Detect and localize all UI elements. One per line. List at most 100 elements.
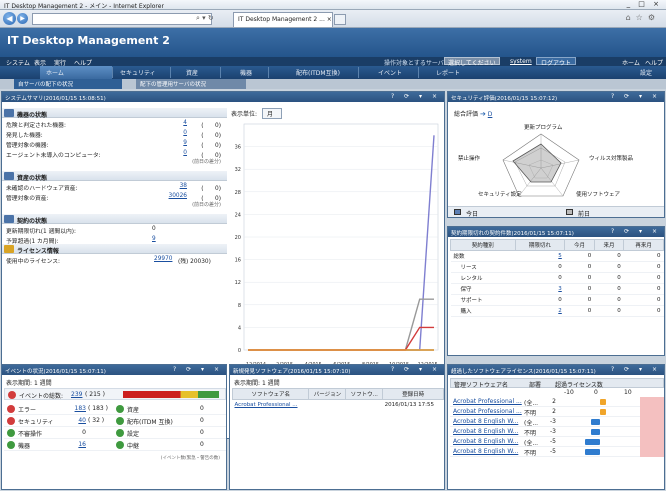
column-header[interactable]: 来月 xyxy=(593,239,625,251)
y-tick-label: 8 xyxy=(238,303,241,309)
panel-controls[interactable]: ? ⟳ ▾ × xyxy=(173,366,223,373)
table-cell: 0 xyxy=(515,272,565,284)
column-header[interactable]: バージョン xyxy=(308,388,347,400)
event-count-link[interactable]: 40 xyxy=(64,417,86,424)
search-icon[interactable]: ⌕ ▾ ↻ xyxy=(196,14,214,23)
value-link[interactable]: 30026 xyxy=(169,193,187,199)
event-count-link[interactable]: 16 xyxy=(64,441,86,448)
subtab-managed-servers[interactable]: 配下の管理用サーバの状況 xyxy=(136,79,246,89)
software-name-link[interactable]: Acrobat Professional ... xyxy=(453,398,522,405)
summary-row: 更新期限切れ(1 週間以内): 0 xyxy=(6,226,156,235)
browser-tab[interactable]: IT Desktop Management 2 ... × xyxy=(233,12,333,27)
table-cell: 0 xyxy=(564,305,595,317)
subtab-own-server[interactable]: 自サーバの配下の状況 xyxy=(14,79,122,89)
table-cell[interactable]: 5 xyxy=(515,250,565,262)
over-zone xyxy=(640,417,664,427)
toolbar-assets[interactable]: 資産 xyxy=(186,68,198,77)
logout-button[interactable]: ログアウト xyxy=(536,57,577,67)
event-total-link[interactable]: 239 xyxy=(71,391,82,398)
y-tick-label: 16 xyxy=(235,258,241,264)
panel-header: システムサマリ(2016/01/15 15:08:51) ? ⟳ ▾ × xyxy=(2,92,444,102)
radar-label-antivirus: ウィルス対策製品 xyxy=(589,156,634,162)
panel-header: セキュリティ評価(2016/01/15 15:07:12) ? ⟳ ▾ × xyxy=(448,92,664,102)
toolbar-settings[interactable]: 設定 xyxy=(640,68,652,77)
software-name-link[interactable]: Acrobat 8 English W... xyxy=(453,448,518,455)
department: (全... xyxy=(524,440,539,447)
table-cell[interactable]: 2 xyxy=(515,305,565,317)
toolbar-reports[interactable]: レポート xyxy=(436,68,460,77)
value-link[interactable]: 4 xyxy=(183,120,187,126)
ok-icon xyxy=(116,405,124,413)
legend-today-checkbox[interactable] xyxy=(454,209,461,215)
column-header[interactable]: 登録日時 xyxy=(382,388,444,400)
over-license-panel: 超過したソフトウェアライセンス(2016/01/15 15:07:11) ? ⟳… xyxy=(447,364,665,490)
diff-note: (前日の差分) xyxy=(192,202,221,208)
main-toolbar: ホーム セキュリティ 資産 機器 配布(ITDM互換) イベント レポート 設定 xyxy=(0,66,666,79)
software-name-link[interactable]: Acrobat 8 English W... xyxy=(453,438,518,445)
bar-axis: -10 0 10 xyxy=(450,388,664,397)
column-header[interactable]: ソフトウェア名 xyxy=(231,388,310,400)
table-cell: 総数 xyxy=(450,250,516,262)
browser-toolbar-icons[interactable]: ⌂☆⚙ xyxy=(626,13,660,22)
error-icon xyxy=(7,405,15,413)
forward-icon[interactable]: ▶ xyxy=(17,13,28,24)
toolbar-security[interactable]: セキュリティ xyxy=(120,68,156,77)
browser-title: IT Desktop Management 2 - メイン - Internet… xyxy=(4,3,164,10)
table-cell: 購入 xyxy=(450,305,516,317)
contract-panel: 契約期限切れの契約件数(2016/01/15 15:07:11) ? ⟳ ▾ ×… xyxy=(447,226,665,356)
overall-grade[interactable]: D xyxy=(488,111,493,118)
value-link[interactable]: 29970 xyxy=(154,256,172,262)
panel-controls[interactable]: ? ⟳ ▾ × xyxy=(611,228,661,235)
panel-header: イベントの状況(2016/01/15 15:07:11) ? ⟳ ▾ × xyxy=(2,365,226,375)
column-header[interactable]: ソフトウ... xyxy=(345,388,384,400)
toolbar-separator xyxy=(418,67,419,78)
contracts-heading: 契約の状態 xyxy=(2,214,227,225)
summary-row: 管理対象の機器: 9( 0) xyxy=(6,140,221,149)
new-tab-button[interactable] xyxy=(334,14,346,25)
column-header[interactable]: 今月 xyxy=(564,239,595,251)
summary-row: 使用中のライセンス: 29970 (残) 20030) xyxy=(6,256,211,265)
table-cell: 0 xyxy=(623,294,664,306)
event-count: 0 xyxy=(200,441,204,448)
value-link[interactable]: 9 xyxy=(152,236,156,242)
table-cell: レンタル xyxy=(450,272,516,284)
table-cell[interactable]: 3 xyxy=(515,283,565,295)
software-name-link[interactable]: Acrobat Professional ... xyxy=(453,408,522,415)
toolbar-events[interactable]: イベント xyxy=(378,68,402,77)
panel-controls[interactable]: ? ⟳ ▾ × xyxy=(391,366,441,373)
value-link[interactable]: 0 xyxy=(183,130,187,136)
address-bar[interactable] xyxy=(32,13,212,25)
target-server-select[interactable]: 選択してください xyxy=(444,57,500,67)
value-link[interactable]: 0 xyxy=(183,150,187,156)
back-icon[interactable]: ◀ xyxy=(3,12,16,25)
event-count-link[interactable]: 183 xyxy=(64,405,86,412)
table-cell: 保守 xyxy=(450,283,516,295)
toolbar-distribution[interactable]: 配布(ITDM互換) xyxy=(296,68,340,77)
panel-controls[interactable]: ? ⟳ ▾ × xyxy=(611,366,661,373)
column-header[interactable]: 契約種別 xyxy=(450,239,516,251)
event-bar xyxy=(123,391,219,398)
toolbar-devices[interactable]: 機器 xyxy=(240,68,252,77)
window-controls[interactable]: _ □ × xyxy=(627,0,662,8)
summary-left: 機器の状態 危険と判定された機器: 4( 0) 発見した機器: 0( 0) 管理対象… xyxy=(2,102,227,265)
column-header[interactable]: 再来月 xyxy=(623,239,664,251)
panel-controls[interactable]: ? ⟳ ▾ × xyxy=(391,93,441,100)
toolbar-separator xyxy=(170,67,171,78)
value-link[interactable]: 9 xyxy=(183,140,187,146)
license-icon xyxy=(4,245,14,253)
legend-prev-checkbox[interactable] xyxy=(566,209,573,215)
panel-controls[interactable]: ? ⟳ ▾ × xyxy=(611,93,661,100)
table-cell: 0 xyxy=(594,283,624,295)
toolbar-home[interactable]: ホーム xyxy=(46,68,64,77)
value-link[interactable]: 38 xyxy=(180,183,187,189)
user-link[interactable]: system xyxy=(510,58,532,65)
panel-header: 新規発見ソフトウェア(2016/01/15 15:07:10) ? ⟳ ▾ × xyxy=(230,365,444,375)
event-row: エラー 183( 183 ) 資産 0 xyxy=(4,403,226,415)
software-name-link[interactable]: Acrobat 8 English W... xyxy=(453,428,518,435)
table-row: Acrobat 8 English W... 不明 -3 xyxy=(450,427,664,437)
table-cell[interactable]: Acrobat Professional ... xyxy=(233,400,309,410)
event-category-label: 設定 xyxy=(127,431,140,438)
column-header[interactable]: 期限切れ xyxy=(514,239,566,251)
software-name-link[interactable]: Acrobat 8 English W... xyxy=(453,418,518,425)
table-row: Acrobat 8 English W... (全... -3 xyxy=(450,417,664,427)
